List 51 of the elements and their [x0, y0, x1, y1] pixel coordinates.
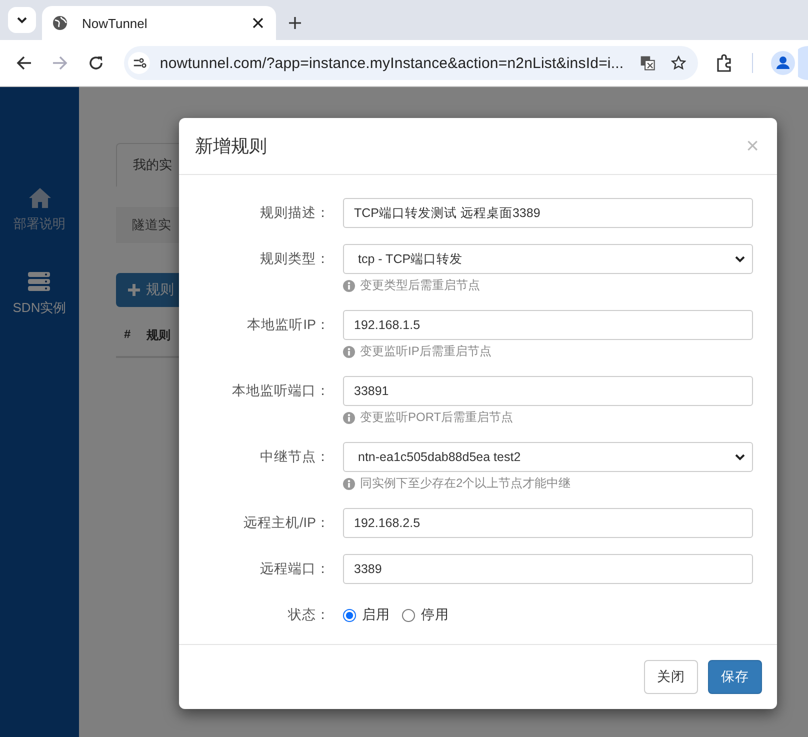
tab-search-button[interactable] — [8, 7, 36, 33]
home-icon — [28, 187, 52, 209]
browser-tab[interactable]: NowTunnel — [42, 6, 276, 40]
info-icon — [343, 346, 355, 358]
server-icon — [27, 271, 52, 293]
info-icon — [343, 280, 355, 292]
url-text: nowtunnel.com/?app=instance.myInstance&action=n2nList&insId=i... — [160, 54, 624, 72]
star-icon[interactable] — [670, 54, 686, 72]
translate-icon[interactable] — [640, 54, 655, 72]
tab-title: NowTunnel — [82, 16, 148, 30]
input-field[interactable]: 3389 — [343, 554, 753, 584]
help-text: 同实例下至少存在2个以上节点才能中继 — [360, 475, 571, 492]
input-field[interactable]: 33891 — [343, 376, 753, 406]
field-label: 本地监听端口： — [231, 382, 330, 400]
help-text: 变更类型后需重启节点 — [360, 277, 480, 294]
info-icon — [343, 412, 355, 424]
info-icon — [343, 478, 355, 490]
input-field[interactable]: 192.168.2.5 — [343, 508, 753, 538]
address-bar[interactable]: nowtunnel.com/?app=instance.myInstance&action=n2nList&insId=i... — [124, 46, 698, 80]
back-arrow-icon[interactable] — [16, 55, 32, 71]
puzzle-icon[interactable] — [716, 54, 734, 72]
reload-icon[interactable] — [88, 55, 104, 71]
plus-icon — [128, 284, 140, 296]
field-label: 规则描述： — [259, 204, 330, 222]
field-label: 中继节点： — [259, 448, 330, 466]
field-label: 本地监听IP： — [246, 316, 330, 334]
site-settings-icon — [128, 50, 150, 76]
close-icon[interactable] — [252, 17, 264, 29]
column-header: # — [124, 327, 131, 343]
input-field[interactable]: 192.168.1.5 — [343, 310, 753, 340]
radio-button[interactable] — [402, 608, 415, 622]
radio-label[interactable]: 启用 — [362, 606, 390, 624]
help-text: 变更监听PORT后需重启节点 — [360, 409, 514, 426]
field-label: 远程端口： — [259, 560, 330, 578]
save-button[interactable]: 保存 — [708, 660, 762, 694]
help-text: 变更监听IP后需重启节点 — [360, 343, 492, 360]
globe-icon — [52, 15, 68, 31]
field-label: 状态： — [286, 606, 330, 624]
column-header: 规则 — [146, 327, 171, 344]
plus-icon[interactable] — [288, 16, 302, 30]
profile-icon[interactable] — [771, 51, 795, 75]
sidebar-item[interactable]: SDN实例 — [12, 271, 66, 317]
radio-label[interactable]: 停用 — [421, 606, 449, 624]
select-field[interactable]: tcp - TCP端口转发 — [343, 244, 753, 274]
input-field[interactable]: TCP端口转发测试 远程桌面3389 — [343, 198, 753, 228]
close-button[interactable]: 关闭 — [644, 660, 698, 694]
field-label: 远程主机/IP： — [242, 514, 330, 532]
panel-title: 隧道实 — [132, 216, 171, 234]
select-field[interactable]: ntn-ea1c505dab88d5ea test2 — [343, 442, 753, 472]
radio-button[interactable] — [343, 608, 356, 622]
field-label: 规则类型： — [259, 250, 330, 268]
